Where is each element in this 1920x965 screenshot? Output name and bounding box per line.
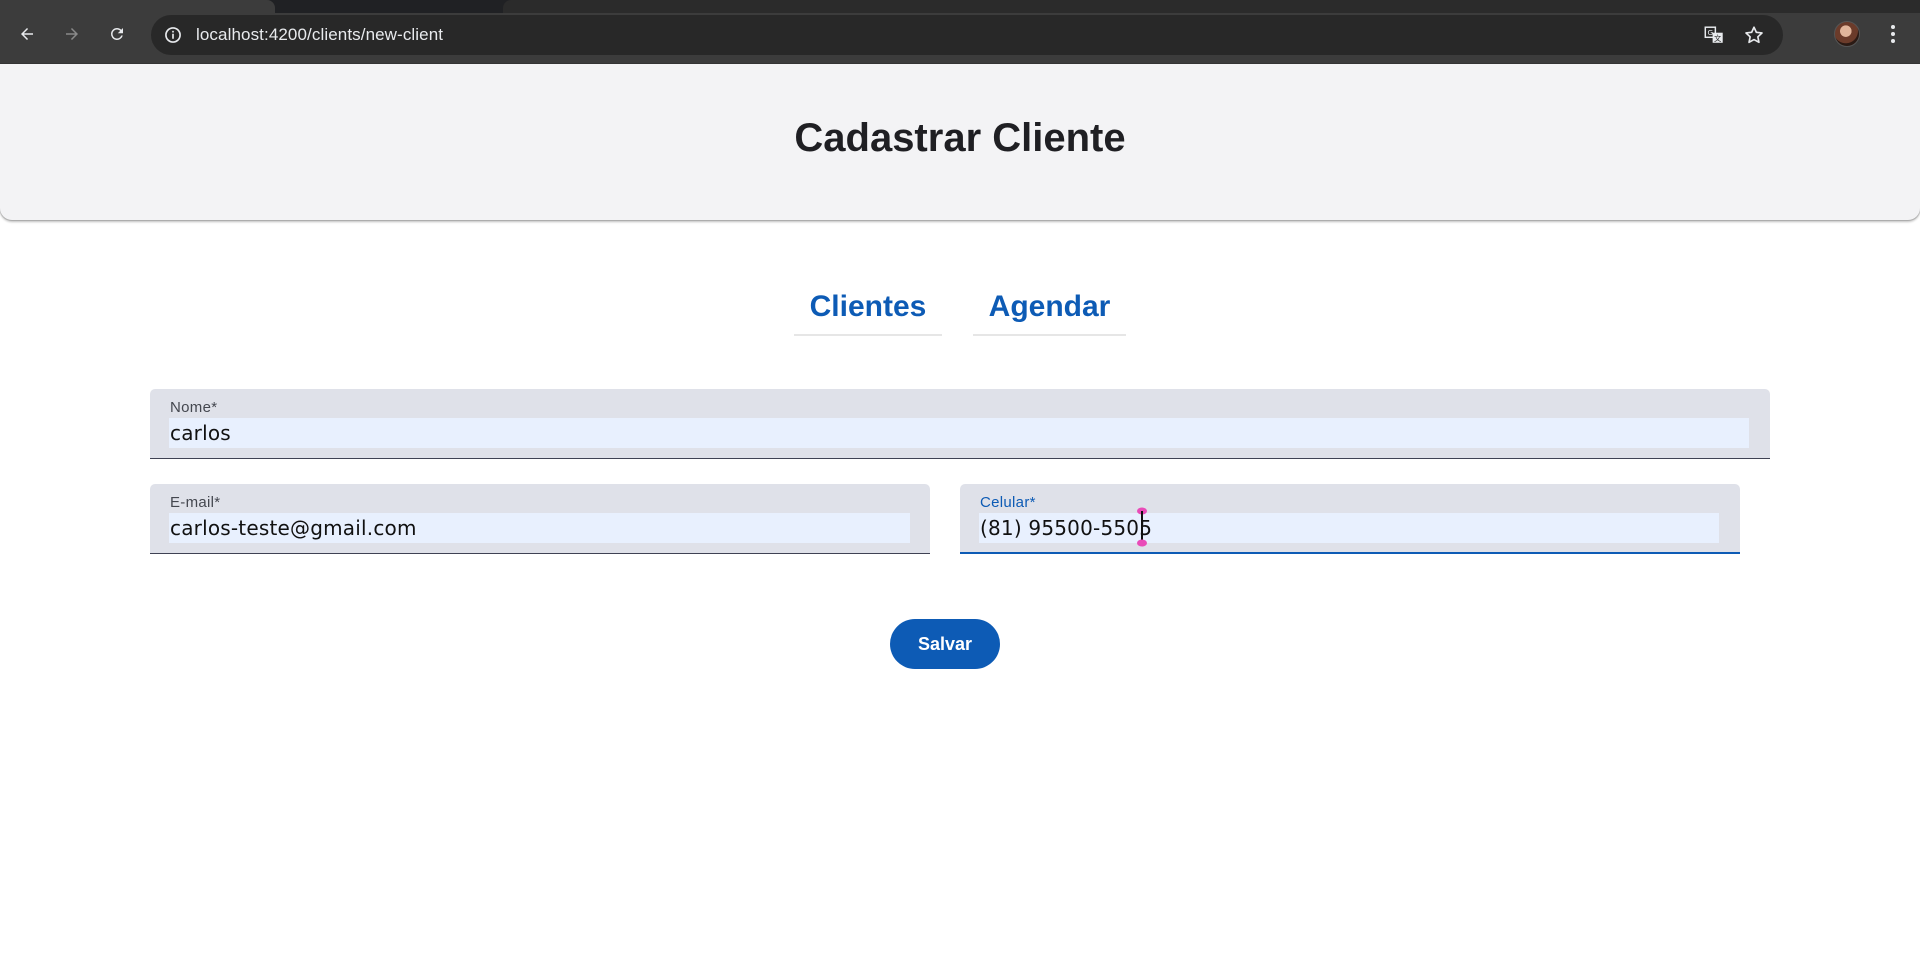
- info-icon[interactable]: [163, 25, 183, 45]
- nome-input[interactable]: [169, 418, 1749, 448]
- translate-icon[interactable]: G 文: [1703, 24, 1725, 46]
- nav-links: Clientes Agendar: [0, 280, 1920, 338]
- email-field[interactable]: E-mail*: [150, 484, 930, 554]
- save-button[interactable]: Salvar: [890, 619, 1000, 669]
- url-text[interactable]: localhost:4200/clients/new-client: [196, 25, 443, 45]
- browser-toolbar: localhost:4200/clients/new-client G 文: [0, 0, 1920, 64]
- celular-label: Celular*: [980, 494, 1036, 511]
- back-button[interactable]: [13, 20, 41, 48]
- reload-button[interactable]: [103, 20, 131, 48]
- background-tab[interactable]: [503, 0, 1920, 13]
- tab-strip: [0, 0, 1920, 13]
- celular-field[interactable]: Celular*: [960, 484, 1740, 554]
- kebab-menu-icon[interactable]: [1880, 20, 1906, 48]
- address-bar[interactable]: localhost:4200/clients/new-client G 文: [151, 15, 1783, 55]
- page-header: Cadastrar Cliente: [0, 64, 1920, 220]
- nome-label: Nome*: [170, 399, 218, 416]
- star-icon[interactable]: [1743, 24, 1765, 46]
- reload-icon: [110, 27, 123, 40]
- arrow-right-icon: [66, 28, 78, 40]
- svg-text:文: 文: [1714, 34, 1722, 43]
- celular-input[interactable]: [979, 513, 1719, 543]
- page-title: Cadastrar Cliente: [794, 116, 1126, 160]
- arrow-left-icon: [21, 28, 33, 40]
- nome-field[interactable]: Nome*: [150, 389, 1770, 459]
- nav-link-clientes[interactable]: Clientes: [794, 280, 942, 336]
- email-label: E-mail*: [170, 494, 221, 511]
- email-input[interactable]: [169, 513, 910, 543]
- forward-button[interactable]: [58, 20, 86, 48]
- svg-text:G: G: [1707, 28, 1713, 37]
- nav-link-agendar[interactable]: Agendar: [973, 280, 1126, 336]
- profile-avatar[interactable]: [1834, 21, 1860, 47]
- active-tab[interactable]: [0, 0, 275, 13]
